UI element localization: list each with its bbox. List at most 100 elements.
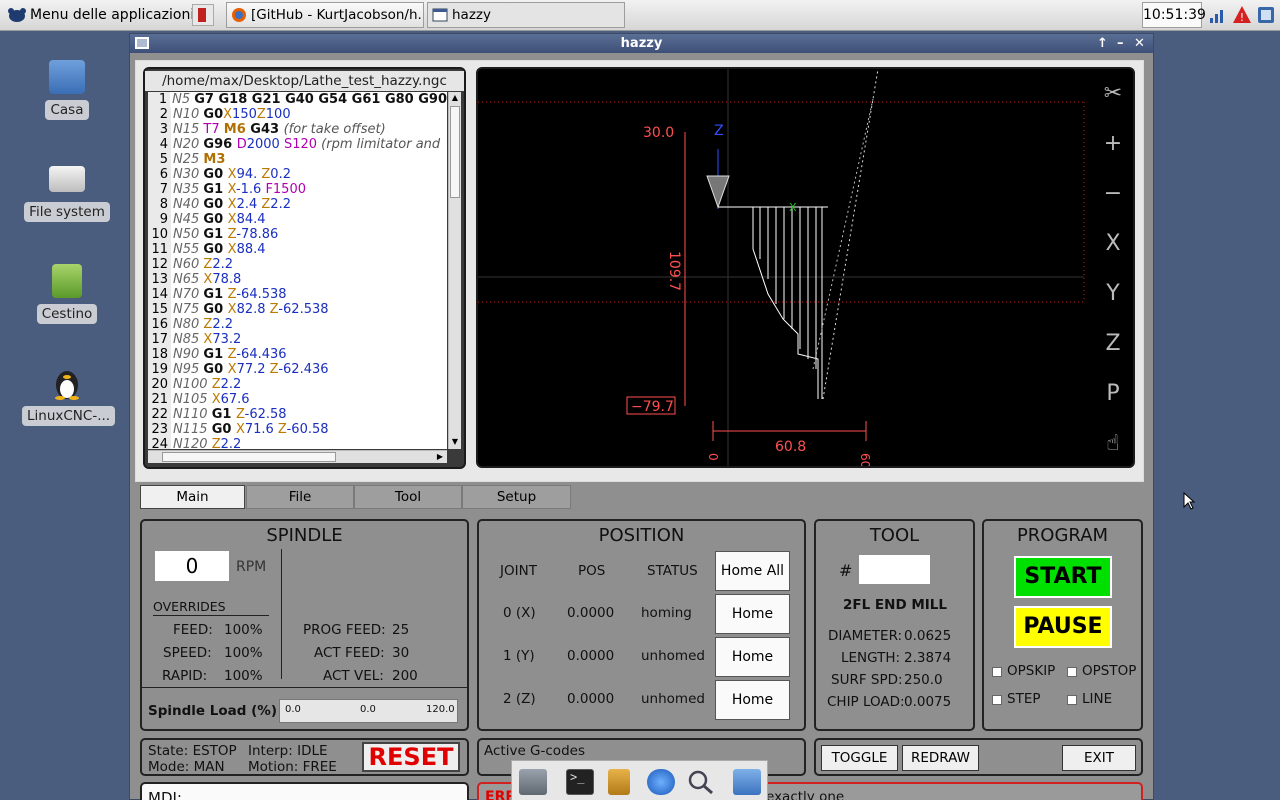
taskbar-tab-github[interactable]: [GitHub - KurtJacobson/h... bbox=[226, 2, 424, 28]
toggle-button[interactable]: TOGGLE bbox=[821, 745, 898, 771]
tab-file[interactable]: File bbox=[246, 485, 354, 509]
web-browser-icon[interactable] bbox=[647, 769, 675, 795]
scroll-thumb[interactable] bbox=[162, 452, 336, 462]
block-number: N85 bbox=[173, 332, 200, 347]
line-checkbox[interactable] bbox=[1067, 695, 1077, 705]
line-number: 5 bbox=[148, 152, 171, 167]
gcode-line[interactable]: 4 N20 G96 D2000 S120 (rpm limitator and bbox=[148, 137, 447, 152]
gcode-line[interactable]: 16 N80 Z2.2 bbox=[148, 317, 447, 332]
home-button[interactable]: Home bbox=[715, 637, 790, 677]
show-desktop-icon[interactable] bbox=[519, 769, 547, 795]
zoom-out-icon[interactable]: − bbox=[1100, 181, 1126, 207]
mdi-entry[interactable]: MDI: bbox=[140, 782, 469, 800]
home-button[interactable]: Home bbox=[715, 680, 790, 720]
scroll-up-icon[interactable]: ▲ bbox=[449, 92, 461, 104]
logout-icon[interactable] bbox=[192, 4, 214, 26]
scroll-thumb[interactable] bbox=[450, 106, 460, 198]
desktop-icon-home[interactable]: Casa bbox=[22, 60, 112, 120]
file-manager-icon[interactable] bbox=[608, 769, 630, 795]
window-menu-icon[interactable] bbox=[135, 37, 149, 49]
tools-icon[interactable]: ✂ bbox=[1100, 81, 1126, 107]
window-maximize-up-icon[interactable]: ↑ bbox=[1097, 34, 1108, 53]
tool-number-entry[interactable] bbox=[859, 555, 930, 584]
applications-menu-button[interactable]: Menu delle applicazioni bbox=[2, 2, 194, 28]
gcode-horizontal-scrollbar[interactable]: ▶ bbox=[148, 450, 447, 463]
gcode-line[interactable]: 1 N5 G7 G18 G21 G40 G54 G61 G80 G90 bbox=[148, 92, 447, 107]
tab-main[interactable]: Main bbox=[140, 485, 245, 509]
opstop-checkbox[interactable] bbox=[1067, 667, 1077, 677]
folder-icon[interactable] bbox=[733, 769, 761, 795]
axis-x-label: X bbox=[789, 201, 797, 214]
gcode-line[interactable]: 9 N45 G0 X84.4 bbox=[148, 212, 447, 227]
joint-position: 0.0000 bbox=[567, 648, 615, 664]
code-token: 2.2 bbox=[270, 197, 291, 212]
redraw-button[interactable]: REDRAW bbox=[902, 745, 979, 771]
machine-status-panel: State: ESTOP Interp: IDLE Mode: MAN Moti… bbox=[140, 738, 469, 776]
gcode-listing[interactable]: 1 N5 G7 G18 G21 G40 G54 G61 G80 G90 2 N10 G… bbox=[148, 92, 447, 449]
gcode-line[interactable]: 15 N75 G0 X82.8 Z-62.538 bbox=[148, 302, 447, 317]
terminal-icon[interactable]: >_ bbox=[566, 769, 594, 795]
gcode-line[interactable]: 10 N50 G1 Z-78.86 bbox=[148, 227, 447, 242]
rpm-entry[interactable]: 0 bbox=[155, 551, 229, 581]
warning-icon[interactable]: ! bbox=[1232, 5, 1252, 25]
gcode-line[interactable]: 14 N70 G1 Z-64.538 bbox=[148, 287, 447, 302]
scroll-right-icon[interactable]: ▶ bbox=[434, 451, 446, 463]
window-close-icon[interactable]: ✕ bbox=[1134, 34, 1145, 53]
tool-cone bbox=[706, 175, 730, 209]
zoom-in-icon[interactable]: + bbox=[1100, 131, 1126, 157]
gcode-line[interactable]: 7 N35 G1 X-1.6 F1500 bbox=[148, 182, 447, 197]
line-code: N70 G1 Z-64.538 bbox=[171, 287, 287, 302]
tab-setup[interactable]: Setup bbox=[462, 485, 571, 509]
desktop-icon-trash[interactable]: Cestino bbox=[22, 264, 112, 324]
window-minimize-icon[interactable]: – bbox=[1117, 34, 1124, 53]
view-p-button[interactable]: P bbox=[1100, 381, 1126, 407]
toolpath-canvas[interactable]: Z X 30.0 −79.7 109.7 60.8 0 60 bbox=[478, 69, 1133, 466]
gcode-line[interactable]: 8 N40 G0 X2.4 Z2.2 bbox=[148, 197, 447, 212]
home-all-button[interactable]: Home All bbox=[715, 551, 790, 591]
gcode-line[interactable]: 11 N55 G0 X88.4 bbox=[148, 242, 447, 257]
view-x-button[interactable]: X bbox=[1100, 231, 1126, 257]
line-number: 18 bbox=[148, 347, 171, 362]
taskbar-tab-hazzy[interactable]: hazzy bbox=[427, 2, 625, 28]
gcode-line[interactable]: 6 N30 G0 X94. Z0.2 bbox=[148, 167, 447, 182]
exit-button[interactable]: EXIT bbox=[1062, 745, 1136, 771]
gcode-line[interactable]: 23 N115 G0 X71.6 Z-60.58 bbox=[148, 422, 447, 437]
line-number: 13 bbox=[148, 272, 171, 287]
desktop-icon-linuxcnc[interactable]: LinuxCNC-... bbox=[22, 366, 116, 426]
joint-status: homing bbox=[641, 605, 692, 621]
network-signal-icon[interactable] bbox=[1209, 6, 1227, 24]
pan-hand-icon[interactable]: ☝ bbox=[1100, 431, 1126, 457]
gcode-line[interactable]: 18 N90 G1 Z-64.436 bbox=[148, 347, 447, 362]
view-z-button[interactable]: Z bbox=[1100, 331, 1126, 357]
reset-button[interactable]: RESET bbox=[362, 742, 460, 772]
toolpath-preview[interactable]: Z X 30.0 −79.7 109.7 60.8 0 60 ✂ + − X Y Z P ☝ bbox=[476, 67, 1135, 468]
home-button[interactable]: Home bbox=[715, 594, 790, 634]
gcode-line[interactable]: 22 N110 G1 Z-62.58 bbox=[148, 407, 447, 422]
desktop-icon-filesystem[interactable]: File system bbox=[22, 162, 112, 222]
window-titlebar[interactable]: hazzy ↑ – ✕ bbox=[130, 34, 1153, 53]
step-checkbox[interactable] bbox=[992, 695, 1002, 705]
gcode-line[interactable]: 5 N25 M3 bbox=[148, 152, 447, 167]
search-icon[interactable] bbox=[687, 769, 715, 795]
gcode-line[interactable]: 19 N95 G0 X77.2 Z-62.436 bbox=[148, 362, 447, 377]
gcode-line[interactable]: 13 N65 X78.8 bbox=[148, 272, 447, 287]
gcode-line[interactable]: 20 N100 Z2.2 bbox=[148, 377, 447, 392]
pause-button[interactable]: PAUSE bbox=[1014, 606, 1112, 648]
gcode-line[interactable]: 2 N10 G0X150Z100 bbox=[148, 107, 447, 122]
code-token: 2.2 bbox=[220, 377, 242, 392]
gcode-line[interactable]: 3 N15 T7 M6 G43 (for take offset) bbox=[148, 122, 447, 137]
gcode-line[interactable]: 12 N60 Z2.2 bbox=[148, 257, 447, 272]
code-token: X bbox=[227, 167, 237, 182]
scroll-down-icon[interactable]: ▼ bbox=[449, 436, 461, 448]
gcode-line[interactable]: 21 N105 X67.6 bbox=[148, 392, 447, 407]
system-tray-icon[interactable] bbox=[1256, 5, 1276, 25]
gcode-line[interactable]: 24 N120 Z2.2 bbox=[148, 437, 447, 449]
clock[interactable]: 10:51:39 bbox=[1142, 2, 1206, 28]
opskip-checkbox[interactable] bbox=[992, 667, 1002, 677]
tab-tool[interactable]: Tool bbox=[354, 485, 462, 509]
line-number: 12 bbox=[148, 257, 171, 272]
gcode-line[interactable]: 17 N85 X73.2 bbox=[148, 332, 447, 347]
gcode-vertical-scrollbar[interactable]: ▲ ▼ bbox=[448, 92, 461, 449]
view-y-button[interactable]: Y bbox=[1100, 281, 1126, 307]
start-button[interactable]: START bbox=[1014, 556, 1112, 598]
